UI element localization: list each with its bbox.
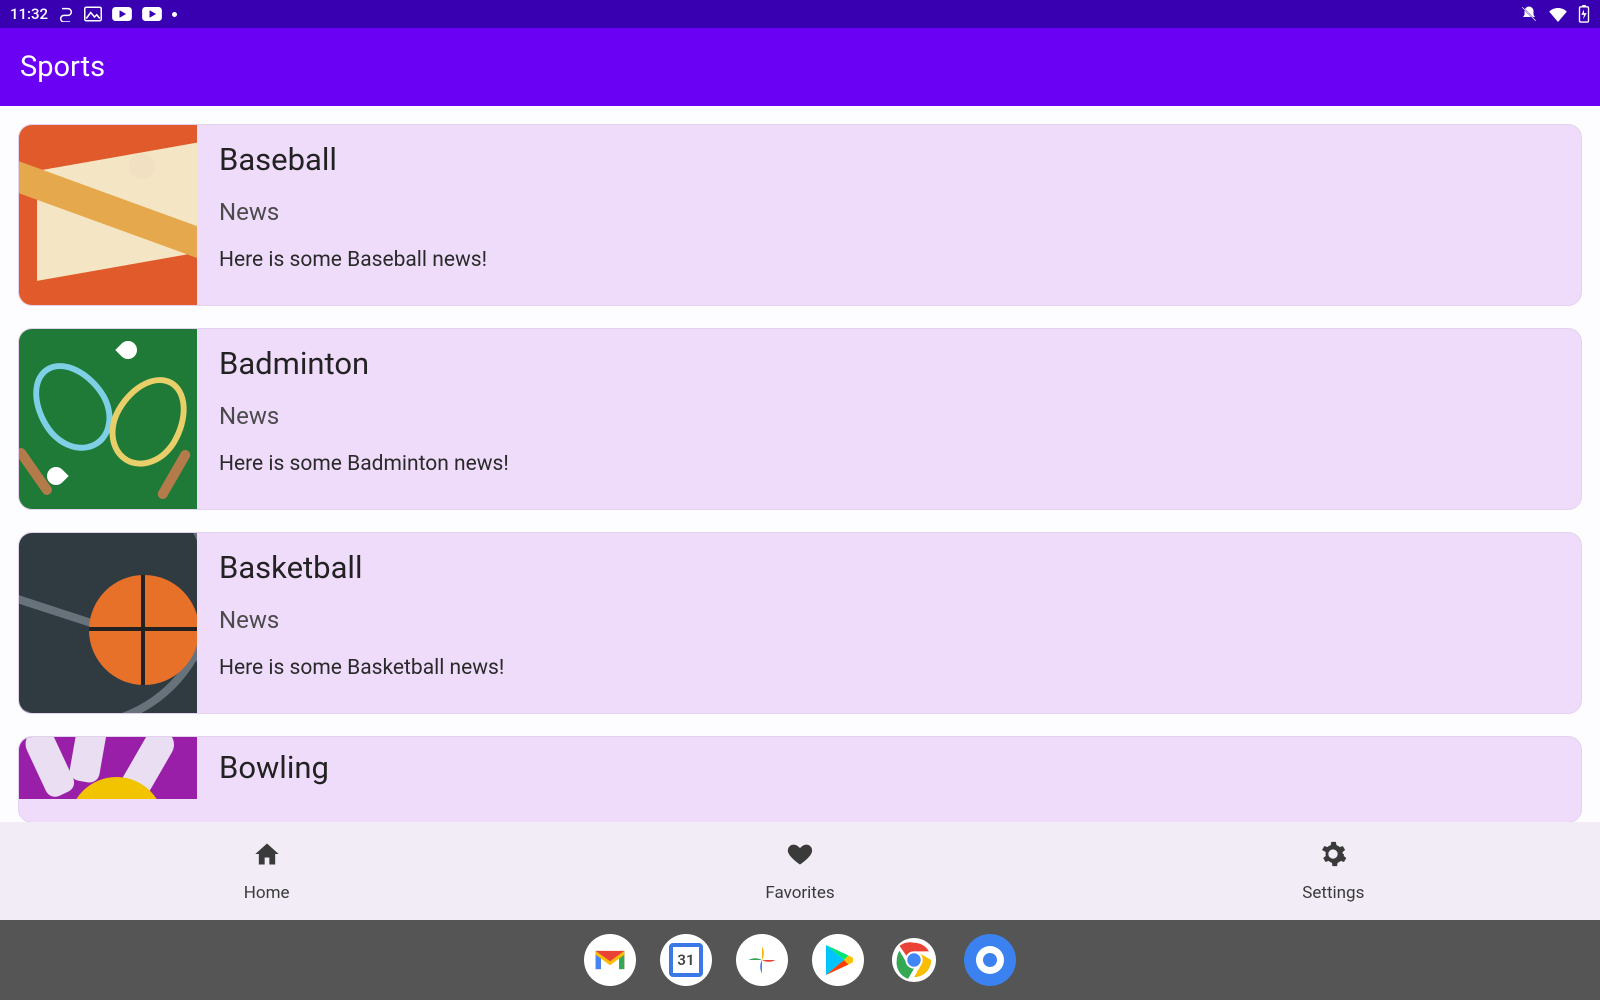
sports-list[interactable]: Baseball News Here is some Baseball news… <box>0 106 1600 822</box>
calendar-app-icon[interactable]: 31 <box>660 934 712 986</box>
bowling-image <box>19 737 197 799</box>
status-left: 11:32 <box>10 5 177 23</box>
sport-card-baseball[interactable]: Baseball News Here is some Baseball news… <box>18 124 1582 306</box>
mute-notifications-icon <box>1520 5 1538 23</box>
card-title: Bowling <box>219 749 329 786</box>
sport-card-badminton[interactable]: Badminton News Here is some Badminton ne… <box>18 328 1582 510</box>
gear-icon <box>1319 840 1347 873</box>
app-bar: Sports <box>0 28 1600 106</box>
calendar-date: 31 <box>677 951 694 969</box>
nav-settings[interactable]: Settings <box>1067 822 1600 920</box>
samsung-icon <box>58 6 74 22</box>
card-title: Basketball <box>219 549 504 586</box>
nav-label: Home <box>244 883 290 903</box>
chrome-app-icon[interactable] <box>888 934 940 986</box>
nav-favorites[interactable]: Favorites <box>533 822 1066 920</box>
picture-icon <box>84 6 102 22</box>
card-description: Here is some Badminton news! <box>219 452 509 476</box>
basketball-image <box>19 533 197 713</box>
camera-lens-icon <box>976 946 1004 974</box>
card-description: Here is some Basketball news! <box>219 656 504 680</box>
card-subtitle: News <box>219 606 504 634</box>
card-title: Baseball <box>219 141 487 178</box>
heart-icon <box>786 840 814 873</box>
page-title: Sports <box>20 50 105 84</box>
youtube-icon <box>142 7 162 21</box>
status-right <box>1520 5 1590 23</box>
wifi-icon <box>1548 6 1568 22</box>
nav-label: Favorites <box>765 883 834 903</box>
android-dock: 31 <box>0 920 1600 1000</box>
android-status-bar: 11:32 <box>0 0 1600 28</box>
status-time: 11:32 <box>10 5 48 23</box>
card-title: Badminton <box>219 345 509 382</box>
nav-label: Settings <box>1302 883 1364 903</box>
gmail-app-icon[interactable] <box>584 934 636 986</box>
badminton-image <box>19 329 197 509</box>
play-store-app-icon[interactable] <box>812 934 864 986</box>
card-description: Here is some Baseball news! <box>219 248 487 272</box>
baseball-image <box>19 125 197 305</box>
card-subtitle: News <box>219 198 487 226</box>
nav-home[interactable]: Home <box>0 822 533 920</box>
card-subtitle: News <box>219 402 509 430</box>
battery-charging-icon <box>1578 5 1590 23</box>
sport-card-basketball[interactable]: Basketball News Here is some Basketball … <box>18 532 1582 714</box>
dot-icon <box>172 12 177 17</box>
sport-card-bowling[interactable]: Bowling <box>18 736 1582 822</box>
home-icon <box>253 840 281 873</box>
photos-app-icon[interactable] <box>736 934 788 986</box>
youtube-icon <box>112 7 132 21</box>
camera-app-icon[interactable] <box>964 934 1016 986</box>
bottom-navigation: Home Favorites Settings <box>0 822 1600 920</box>
